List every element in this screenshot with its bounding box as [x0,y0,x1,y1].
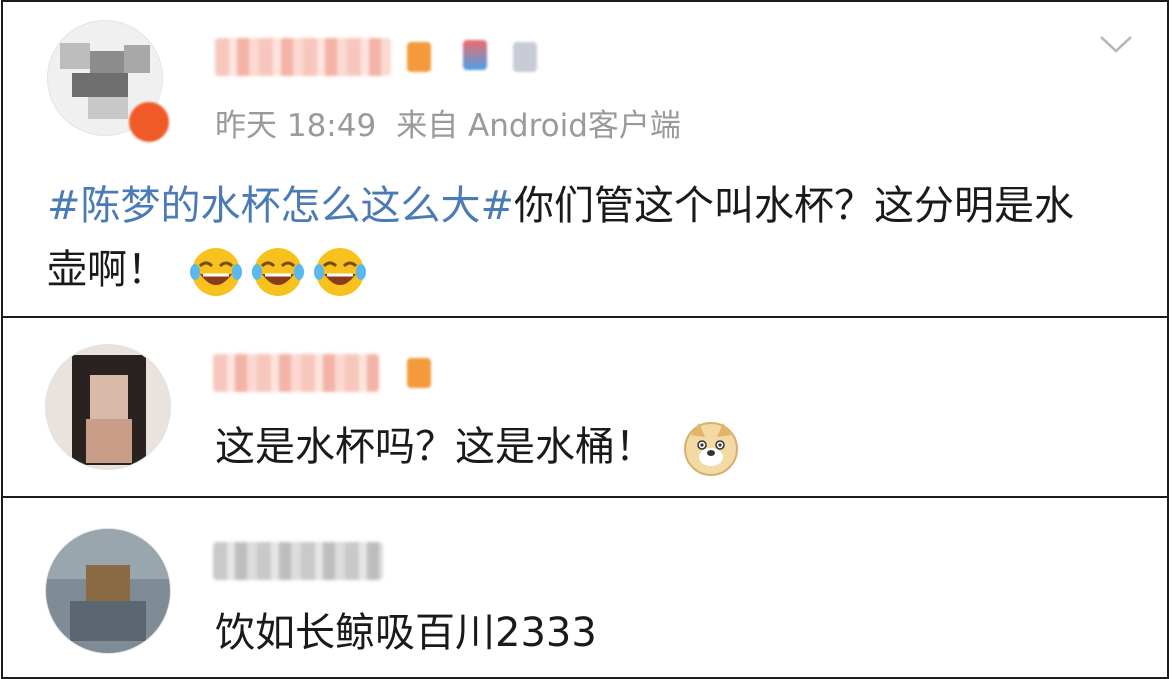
level-badge-icon [407,42,431,72]
comment-content: 饮如长鲸吸百川2333 [215,600,597,658]
laughing-tears-emoji-icon [313,248,366,296]
commenter-avatar[interactable] [45,344,171,470]
vip-badge-icon [129,102,169,142]
level-badge-icon [407,358,431,388]
comment-card: 饮如长鲸吸百川2333 [1,496,1169,679]
chevron-down-icon[interactable] [1099,34,1133,54]
weibo-post-card: 昨天 18:49 来自 Android客户端 #陈梦的水杯怎么这么大#你们管这个叫… [1,0,1169,318]
fan-badge-icon [513,42,537,72]
comment-text: 这是水杯吗？这是水桶！ [215,424,655,470]
post-content: #陈梦的水杯怎么这么大#你们管这个叫水杯？这分明是水壶啊！ [47,174,1107,302]
post-meta: 昨天 18:49 来自 Android客户端 [215,100,701,145]
hashtag-link[interactable]: #陈梦的水杯怎么这么大# [47,183,514,229]
author-name-blurred[interactable] [215,38,391,76]
post-source: 来自 Android客户端 [396,108,681,144]
laughing-tears-emoji-icon [189,248,242,296]
commenter-name-blurred[interactable] [213,542,383,580]
comment-content: 这是水杯吗？这是水桶！ [215,414,739,477]
commenter-avatar[interactable] [45,528,171,654]
member-badge-icon [463,40,487,70]
post-time: 昨天 18:49 [215,108,377,144]
comment-text: 饮如长鲸吸百川2333 [215,610,597,656]
commenter-name-blurred[interactable] [213,354,379,392]
doge-emoji-icon [684,422,738,476]
comment-card: 这是水杯吗？这是水桶！ [1,316,1169,498]
laughing-tears-emoji-icon [251,248,304,296]
